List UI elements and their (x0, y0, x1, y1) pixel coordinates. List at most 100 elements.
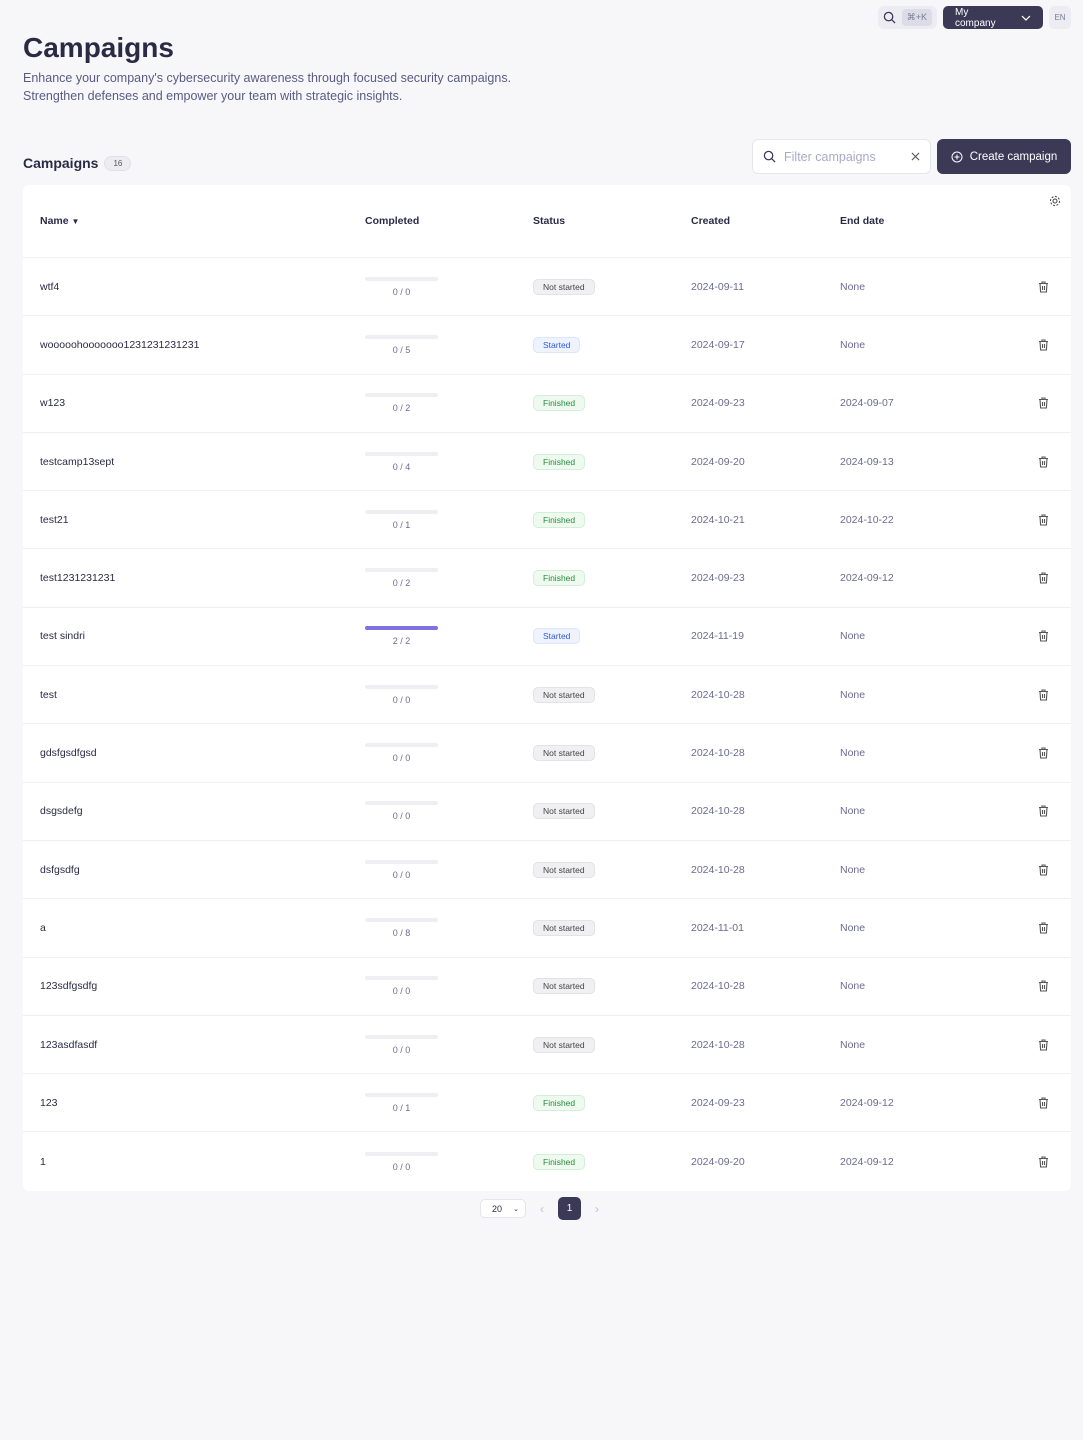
filter-campaigns-input[interactable] (784, 149, 903, 164)
campaign-name[interactable]: wooooohooooooo1231231231231 (40, 339, 199, 351)
trash-icon[interactable] (1038, 630, 1049, 642)
trash-icon[interactable] (1038, 281, 1049, 293)
progress-bar (365, 451, 438, 456)
completion-progress: 0 / 0 (365, 1034, 438, 1055)
trash-icon[interactable] (1038, 514, 1049, 526)
page-size-select[interactable]: 20 ⌄ (480, 1199, 526, 1218)
create-campaign-button[interactable]: Create campaign (937, 139, 1071, 174)
trash-icon[interactable] (1038, 689, 1049, 701)
top-bar: ⌘+K My company EN (877, 6, 1071, 29)
trash-icon[interactable] (1038, 397, 1049, 409)
campaign-name[interactable]: test21 (40, 514, 69, 526)
table-row[interactable]: gdsfgsdfgsd 0 / 0 Not started 2024-10-28… (23, 724, 1071, 783)
table-row[interactable]: dsgsdefg 0 / 0 Not started 2024-10-28 No… (23, 783, 1071, 841)
status-badge: Not started (533, 861, 595, 878)
campaign-name[interactable]: w123 (40, 397, 65, 409)
prev-page-button[interactable]: ‹ (540, 1202, 544, 1216)
trash-icon[interactable] (1038, 922, 1049, 934)
trash-icon[interactable] (1038, 980, 1049, 992)
completion-progress: 0 / 2 (365, 393, 438, 413)
column-created: Created (691, 215, 731, 227)
page-description: Enhance your company's cybersecurity awa… (23, 71, 512, 103)
campaign-name[interactable]: wtf4 (40, 281, 59, 293)
company-label: My company (955, 6, 996, 29)
section-header: Campaigns 16 (23, 155, 132, 171)
trash-icon[interactable] (1038, 1038, 1049, 1051)
end-date: None (840, 863, 866, 876)
sort-desc-icon: ▼ (71, 217, 80, 226)
trash-icon[interactable] (1038, 455, 1049, 468)
settings-gear-icon[interactable] (1049, 195, 1061, 207)
status-badge: Finished (533, 453, 586, 470)
campaign-name[interactable]: 1 (40, 1156, 46, 1168)
campaign-name[interactable]: testcamp13sept (40, 456, 114, 468)
end-date: None (840, 338, 866, 351)
end-date: None (840, 805, 866, 818)
completion-fraction: 0 / 2 (392, 403, 411, 414)
trash-icon[interactable] (1038, 747, 1049, 759)
status-badge: Not started (533, 803, 595, 820)
table-row[interactable]: 1 0 / 0 Finished 2024-09-20 2024-09-12 (23, 1132, 1071, 1190)
table-row[interactable]: 123 0 / 1 Finished 2024-09-23 2024-09-12 (23, 1074, 1071, 1133)
page-size-value: 20 (492, 1203, 503, 1214)
campaign-name[interactable]: gdsfgsdfgsd (40, 747, 97, 759)
table-row[interactable]: 123asdfasdf 0 / 0 Not started 2024-10-28… (23, 1016, 1071, 1075)
table-row[interactable]: test21 0 / 1 Finished 2024-10-21 2024-10… (23, 491, 1071, 550)
campaign-name[interactable]: dsfgsdfg (40, 864, 80, 876)
progress-bar (365, 626, 438, 631)
completion-progress: 0 / 0 (365, 1151, 438, 1172)
end-date: None (840, 980, 866, 993)
campaign-name[interactable]: 123asdfasdf (40, 1039, 97, 1051)
table-row[interactable]: wooooohooooooo1231231231231 0 / 5 Starte… (23, 316, 1071, 375)
column-name[interactable]: Name ▼ (40, 215, 79, 227)
language-button[interactable]: EN (1049, 6, 1071, 29)
campaign-name[interactable]: test (40, 689, 57, 701)
trash-icon[interactable] (1038, 572, 1049, 584)
table-row[interactable]: test 0 / 0 Not started 2024-10-28 None (23, 666, 1071, 725)
progress-bar (365, 684, 438, 689)
progress-bar (365, 743, 438, 748)
progress-bar (365, 1092, 438, 1097)
completion-fraction: 0 / 1 (392, 519, 411, 530)
created-date: 2024-10-28 (691, 747, 745, 760)
completion-progress: 0 / 5 (365, 334, 438, 355)
status-badge: Started (533, 628, 581, 645)
company-selector[interactable]: My company (943, 6, 1043, 29)
status-badge: Finished (533, 1153, 586, 1170)
completion-fraction: 0 / 0 (392, 986, 411, 997)
clear-icon[interactable] (911, 152, 920, 161)
completion-progress: 0 / 8 (365, 917, 438, 938)
end-date: 2024-10-22 (840, 513, 894, 526)
table-row[interactable]: test sindri 2 / 2 Started 2024-11-19 Non… (23, 608, 1071, 667)
progress-bar (365, 1034, 438, 1039)
page-1-button[interactable]: 1 (558, 1197, 581, 1220)
trash-icon[interactable] (1038, 339, 1049, 351)
trash-icon[interactable] (1038, 864, 1049, 876)
progress-bar (365, 976, 438, 981)
trash-icon[interactable] (1038, 1097, 1049, 1109)
campaign-name[interactable]: test1231231231 (40, 572, 115, 584)
status-badge: Finished (533, 570, 586, 587)
campaign-name[interactable]: dsgsdefg (40, 805, 83, 817)
completion-fraction: 0 / 8 (392, 927, 411, 938)
table-row[interactable]: w123 0 / 2 Finished 2024-09-23 2024-09-0… (23, 375, 1071, 433)
completion-fraction: 0 / 5 (392, 344, 411, 355)
next-page-button[interactable]: › (595, 1202, 599, 1216)
table-row[interactable]: wtf4 0 / 0 Not started 2024-09-11 None (23, 258, 1071, 317)
table-row[interactable]: testcamp13sept 0 / 4 Finished 2024-09-20… (23, 433, 1071, 492)
progress-bar (365, 509, 438, 514)
trash-icon[interactable] (1038, 805, 1049, 817)
campaign-name[interactable]: 123 (40, 1097, 58, 1109)
table-row[interactable]: dsfgsdfg 0 / 0 Not started 2024-10-28 No… (23, 841, 1071, 900)
status-badge: Started (533, 336, 581, 353)
campaign-name[interactable]: a (40, 922, 46, 934)
progress-bar (365, 276, 438, 281)
table-row[interactable]: test1231231231 0 / 2 Finished 2024-09-23… (23, 549, 1071, 608)
campaign-name[interactable]: 123sdfgsdfg (40, 980, 97, 992)
campaign-name[interactable]: test sindri (40, 630, 85, 642)
table-row[interactable]: a 0 / 8 Not started 2024-11-01 None (23, 899, 1071, 958)
global-search-button[interactable]: ⌘+K (877, 6, 937, 29)
table-row[interactable]: 123sdfgsdfg 0 / 0 Not started 2024-10-28… (23, 958, 1071, 1016)
trash-icon[interactable] (1038, 1156, 1049, 1168)
created-date: 2024-09-11 (691, 280, 744, 293)
